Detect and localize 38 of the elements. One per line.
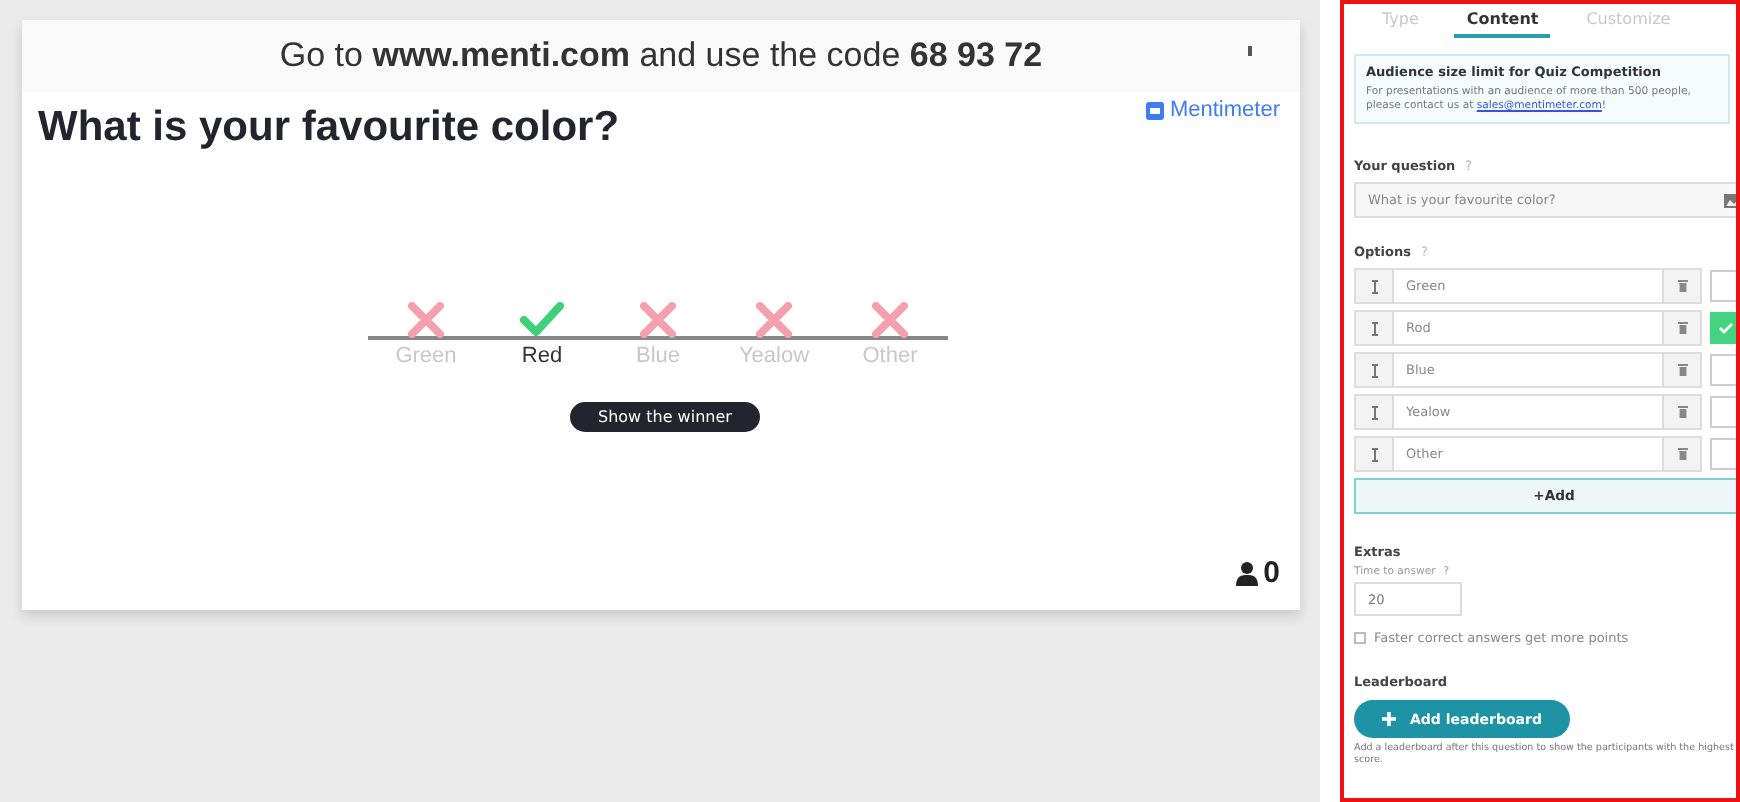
drag-icon [1371, 279, 1377, 294]
option-label: Red [521, 344, 563, 368]
plus-icon [1382, 712, 1396, 727]
drag-handle[interactable] [1356, 396, 1394, 429]
correct-checkbox[interactable] [1710, 312, 1736, 345]
join-instruction: Go to www.menti.com and use the code 68 93 72 [279, 36, 1043, 76]
drag-icon [1371, 363, 1377, 378]
delete-button[interactable] [1662, 354, 1700, 387]
trash-icon [1677, 406, 1687, 419]
trash-icon [1677, 364, 1687, 377]
drag-handle[interactable] [1356, 354, 1394, 387]
trash-icon [1677, 322, 1687, 335]
drag-icon [1371, 447, 1377, 462]
trash-icon [1677, 448, 1687, 461]
show-winner-button[interactable]: Show the winner [570, 402, 760, 432]
image-icon[interactable] [1724, 193, 1736, 208]
drag-handle[interactable] [1356, 438, 1394, 471]
correct-checkbox[interactable] [1710, 270, 1736, 303]
trash-icon [1677, 280, 1687, 293]
drag-handle[interactable] [1356, 270, 1394, 303]
drag-icon [1371, 405, 1377, 420]
check-icon [1718, 322, 1734, 335]
delete-button[interactable] [1662, 438, 1700, 471]
participant-count: 0 [1263, 556, 1280, 590]
brand-name: Mentimeter [1169, 98, 1280, 122]
delete-button[interactable] [1662, 312, 1700, 345]
tab[interactable]: Content [1454, 4, 1551, 38]
correct-checkbox[interactable] [1710, 438, 1736, 471]
question-title: What is your favourite color? [38, 104, 620, 152]
delete-button[interactable] [1662, 396, 1700, 429]
drag-handle[interactable] [1356, 312, 1394, 345]
delete-button[interactable] [1662, 270, 1700, 303]
logo-icon [1145, 101, 1164, 119]
checkbox[interactable] [1354, 632, 1366, 645]
person-icon [1235, 561, 1258, 585]
correct-checkbox[interactable] [1710, 396, 1736, 429]
drag-icon [1371, 321, 1377, 336]
correct-checkbox[interactable] [1710, 354, 1736, 387]
